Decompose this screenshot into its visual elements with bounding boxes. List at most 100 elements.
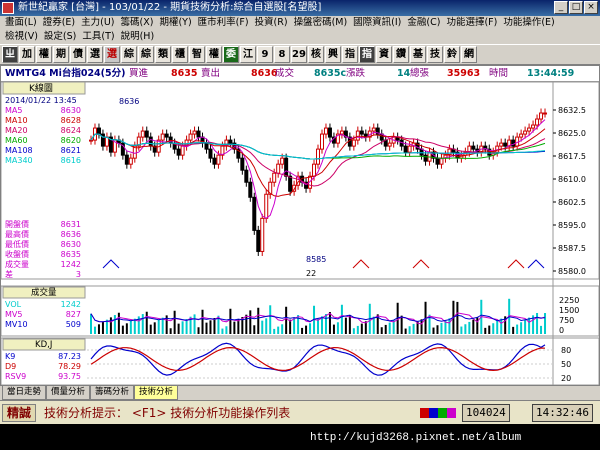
ma-value: 8628 xyxy=(61,116,81,125)
vol-tick: 1500 xyxy=(559,306,579,315)
toolbar-button-14[interactable]: 江 xyxy=(240,46,256,63)
close-button[interactable]: × xyxy=(584,1,598,14)
vol-value: 1242 xyxy=(61,300,81,309)
vol-bar xyxy=(476,317,479,334)
vol-bar xyxy=(348,315,351,334)
menu-item-row1-6[interactable]: 投資(R) xyxy=(252,16,291,30)
candle-body xyxy=(327,127,332,138)
toolbar-button-10[interactable]: 櫃 xyxy=(172,46,188,63)
menu-item-row1-10[interactable]: 功能選擇(F) xyxy=(443,16,500,30)
menu-item-row2-1[interactable]: 設定(S) xyxy=(41,30,79,44)
minimize-button[interactable]: _ xyxy=(554,1,568,14)
candle-body xyxy=(188,133,193,141)
toolbar-button-5[interactable]: 選 xyxy=(87,46,103,63)
stock-code[interactable]: WMTG4 Mi台指024(5分) xyxy=(5,66,125,82)
vol-bar xyxy=(432,327,435,334)
tab-intraday[interactable]: 當日走勢 xyxy=(2,386,47,400)
toolbar-button-18[interactable]: 核 xyxy=(308,46,324,63)
tab-technical[interactable]: 技術分析 xyxy=(134,386,179,400)
candle-body xyxy=(499,142,504,147)
toolbar-button-1[interactable]: 加 xyxy=(19,46,35,63)
app-window: 新世紀贏家 [台灣] - 103/01/22 - 期貨技術分析:綜合自選股[名望… xyxy=(0,0,600,450)
toolbar-button-11[interactable]: 智 xyxy=(189,46,205,63)
menu-item-row2-0[interactable]: 檢視(V) xyxy=(2,30,41,44)
toolbar-button-22[interactable]: 資 xyxy=(376,46,392,63)
toolbar-button-21[interactable]: 指 xyxy=(359,46,375,63)
vol-bar xyxy=(185,319,188,334)
vol-bar xyxy=(177,323,180,334)
toolbar: ㄓ加權期債選選綜綜類櫃智權委江 9 8 29 核興指指資鑽基技鈴網 xyxy=(0,44,600,65)
menu-item-row2-2[interactable]: 工具(T) xyxy=(79,30,117,44)
vol-bar xyxy=(305,325,308,334)
deal-value: 8635c xyxy=(314,68,347,79)
vendor-button[interactable]: 精誠 xyxy=(2,404,37,422)
ask-value: 8636 xyxy=(251,68,278,79)
candle-body xyxy=(407,145,412,153)
toolbar-button-9[interactable]: 類 xyxy=(155,46,171,63)
menu-item-row1-9[interactable]: 金融(C) xyxy=(404,16,443,30)
candle-body xyxy=(144,130,149,138)
toolbar-button-13[interactable]: 委 xyxy=(223,46,239,63)
tab-chips[interactable]: 籌碼分析 xyxy=(90,386,135,400)
menu-item-row1-4[interactable]: 期權(Y) xyxy=(156,16,194,30)
ohlc-value: 8636 xyxy=(61,230,81,239)
technical-chart[interactable]: K線圖 2014/01/22 13:45MA5 8630 MA10 8628 MA20 86… xyxy=(1,82,599,385)
toolbar-button-12[interactable]: 權 xyxy=(206,46,222,63)
toolbar-button-24[interactable]: 基 xyxy=(410,46,426,63)
menu-item-row1-5[interactable]: 匯市利率(F) xyxy=(195,16,252,30)
menu-item-row1-2[interactable]: 主力(U) xyxy=(78,16,117,30)
vol-bar xyxy=(90,313,92,334)
vol-bar xyxy=(380,327,383,334)
menu-item-row1-8[interactable]: 國際資訊(I) xyxy=(350,16,404,30)
menu-item-row1-1[interactable]: 證券(E) xyxy=(40,16,78,30)
toolbar-button-25[interactable]: 技 xyxy=(427,46,443,63)
vol-bar xyxy=(205,322,208,334)
vol-bar xyxy=(125,323,128,334)
tab-price-volume[interactable]: 價量分析 xyxy=(46,386,91,400)
menu-item-row1-11[interactable]: 功能操作(E) xyxy=(500,16,557,30)
toolbar-button-23[interactable]: 鑽 xyxy=(393,46,409,63)
menu-item-row1-0[interactable]: 畫面(L) xyxy=(2,16,40,30)
maximize-button[interactable]: □ xyxy=(569,1,583,14)
vol-bar xyxy=(149,324,152,334)
toolbar-button-17[interactable]: 29 xyxy=(291,46,307,63)
toolbar-button-0[interactable]: ㄓ xyxy=(2,46,18,63)
quote-bar: WMTG4 Mi台指024(5分) 買進 8635 賣出 8636 成交 863… xyxy=(1,66,599,82)
menu-item-row1-7[interactable]: 操盤密碼(M) xyxy=(291,16,351,30)
ohlc-label: 最高價 xyxy=(5,229,29,239)
toolbar-button-2[interactable]: 權 xyxy=(36,46,52,63)
ohlc-label: 最低價 xyxy=(5,239,29,249)
toolbar-button-8[interactable]: 綜 xyxy=(138,46,154,63)
toolbar-button-16[interactable]: 8 xyxy=(274,46,290,63)
vol-bar xyxy=(332,324,335,334)
kd-label: D9 xyxy=(5,362,16,371)
ohlc-label: 差 xyxy=(5,269,13,279)
toolbar-button-27[interactable]: 網 xyxy=(461,46,477,63)
vol-bar xyxy=(472,319,475,334)
vol-bar xyxy=(460,326,463,334)
price-tick: 8625.0 xyxy=(558,129,586,138)
vol-bar xyxy=(309,323,312,334)
toolbar-button-6[interactable]: 選 xyxy=(104,46,120,63)
menu-item-row1-3[interactable]: 籌碼(X) xyxy=(118,16,157,30)
toolbar-button-19[interactable]: 興 xyxy=(325,46,341,63)
candle-body xyxy=(435,157,440,165)
toolbar-button-4[interactable]: 債 xyxy=(70,46,86,63)
vol-bar xyxy=(544,313,547,334)
menu-item-row2-3[interactable]: 說明(H) xyxy=(118,30,158,44)
vol-bar xyxy=(524,319,527,334)
vol-tick: 0 xyxy=(559,326,564,335)
candle-body xyxy=(312,163,317,177)
toolbar-button-7[interactable]: 綜 xyxy=(121,46,137,63)
kd-label: RSV9 xyxy=(5,372,26,381)
candle-body xyxy=(240,157,245,171)
vol-bar xyxy=(173,310,176,334)
toolbar-button-20[interactable]: 指 xyxy=(342,46,358,63)
toolbar-button-26[interactable]: 鈴 xyxy=(444,46,460,63)
vol-bar xyxy=(265,318,268,334)
vol-bar xyxy=(464,324,467,334)
vol-bar xyxy=(273,328,276,334)
toolbar-button-15[interactable]: 9 xyxy=(257,46,273,63)
ohlc-value: 8631 xyxy=(61,220,81,229)
toolbar-button-3[interactable]: 期 xyxy=(53,46,69,63)
